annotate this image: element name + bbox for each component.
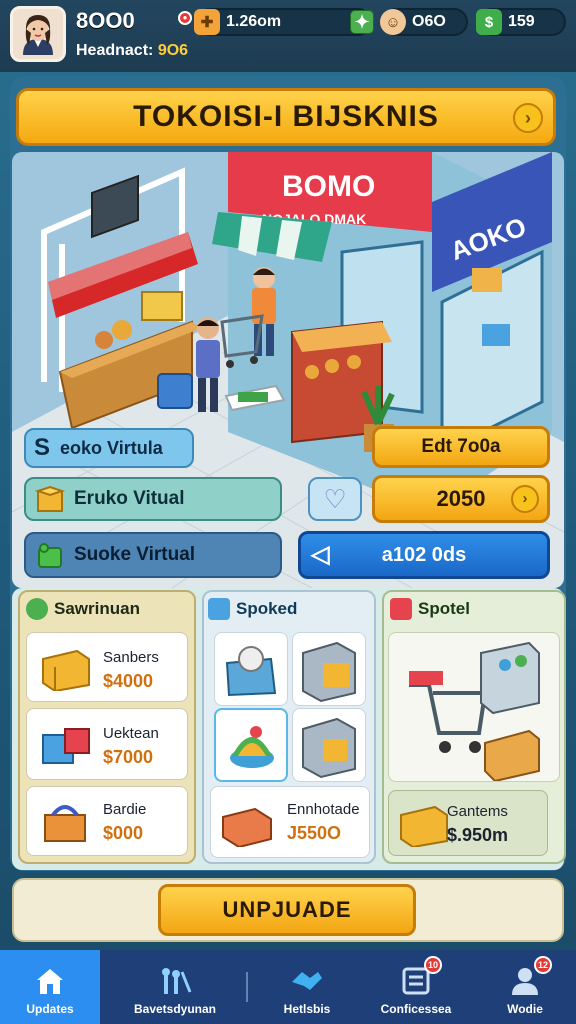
coin-icon: ☺ bbox=[380, 9, 406, 35]
store-row-3[interactable]: Suoke Virtual bbox=[24, 532, 282, 578]
item-price: $000 bbox=[103, 823, 144, 843]
leaf-icon bbox=[26, 598, 48, 620]
col2-header: Spoked bbox=[208, 598, 297, 620]
title-banner[interactable]: TOKOISI-I BIJSKNIS › bbox=[16, 88, 556, 146]
col3-header: Spotel bbox=[390, 598, 470, 620]
item-name: Uektean bbox=[103, 725, 159, 742]
item-cell[interactable] bbox=[292, 708, 366, 782]
item-price: $4000 bbox=[103, 671, 154, 691]
item-price: $7000 bbox=[103, 747, 154, 767]
crate-icon bbox=[42, 649, 90, 691]
resource-cash-value: 159 bbox=[508, 13, 535, 30]
nav-conferences[interactable]: 10 Conficessea bbox=[366, 950, 466, 1024]
item-name: Gantems bbox=[447, 803, 508, 820]
col2-title: Spoked bbox=[236, 599, 298, 618]
row2-label: Eruko Vitual bbox=[74, 488, 185, 509]
money-bag-icon: ✚ bbox=[194, 9, 220, 35]
fridge-icon bbox=[302, 641, 356, 703]
player-subtitle: Headnact: 9O6 bbox=[76, 42, 188, 60]
shop-item-card[interactable]: Uektean $7000 bbox=[26, 708, 188, 780]
col3-title: Spotel bbox=[418, 599, 470, 618]
player-name: 8OO0 bbox=[76, 8, 135, 33]
add-money-button[interactable]: ✦ bbox=[350, 10, 374, 34]
nav-label: Updates bbox=[26, 1002, 74, 1016]
store-preview[interactable] bbox=[388, 632, 560, 783]
item-name: Bardie bbox=[103, 801, 147, 818]
handshake-icon bbox=[292, 972, 322, 990]
notification-badge: 12 bbox=[534, 956, 552, 974]
avatar[interactable] bbox=[10, 6, 66, 62]
nav-profile[interactable]: 12 Wodie bbox=[480, 950, 570, 1024]
nav-handshake[interactable]: Hetlsbis bbox=[262, 950, 352, 1024]
heart-button[interactable]: ♡ bbox=[308, 477, 362, 521]
item-name: Ennhotade bbox=[287, 801, 360, 818]
item-cell[interactable] bbox=[292, 632, 366, 706]
heart-icon: ♡ bbox=[323, 483, 347, 514]
shop-sign-1: BOMO bbox=[282, 170, 375, 203]
red-dot-icon: ● bbox=[178, 11, 192, 25]
item-price: $.950m bbox=[447, 825, 509, 845]
tools-icon bbox=[162, 968, 192, 994]
nav-tools[interactable]: Bavetsdyunan bbox=[110, 950, 240, 1024]
item-cell[interactable] bbox=[214, 632, 288, 706]
box-icon bbox=[222, 807, 272, 847]
home-icon bbox=[37, 969, 63, 994]
row3-label: Suoke Virtual bbox=[74, 544, 196, 565]
col1-title: Sawrinuan bbox=[54, 599, 140, 618]
shop-item-card[interactable]: Gantems $.950m bbox=[388, 790, 548, 856]
price-label: 2050 bbox=[436, 486, 486, 511]
player-sub-value: 9O6 bbox=[157, 42, 189, 59]
back-arrow-icon: ◁ bbox=[311, 541, 330, 568]
resource-money[interactable]: ✚ 1.26om ✦ bbox=[194, 8, 374, 36]
item-cell[interactable] bbox=[214, 708, 288, 782]
store-row-1[interactable]: S eoko Virtula bbox=[24, 428, 194, 468]
price-button[interactable]: 2050 › bbox=[372, 475, 550, 523]
upgrade-button[interactable]: UNPJUADE bbox=[158, 884, 416, 936]
col1-header: Sawrinuan bbox=[26, 598, 140, 620]
blue-action-button[interactable]: ◁ a102 0ds bbox=[298, 531, 550, 579]
crates-icon bbox=[42, 728, 90, 764]
nav-label: Bavetsdyunan bbox=[133, 1002, 217, 1016]
blue-action-label: a102 0ds bbox=[381, 543, 467, 566]
notification-badge: 10 bbox=[424, 956, 442, 974]
shop-item-card[interactable]: Sanbers $4000 bbox=[26, 632, 188, 702]
item-price: J550O bbox=[287, 823, 342, 843]
row1-letter: S bbox=[34, 434, 51, 461]
resource-money-value: 1.26om bbox=[226, 13, 282, 30]
shop-item-card[interactable]: Bardie $000 bbox=[26, 786, 188, 856]
green-cube-icon bbox=[38, 543, 62, 568]
nav-label: Hetlsbis bbox=[283, 1002, 331, 1016]
item-name: Sanbers bbox=[103, 649, 159, 666]
nav-label: Conficessea bbox=[380, 1002, 452, 1016]
store-row-2[interactable]: Eruko Vitual bbox=[24, 477, 282, 521]
page-title: TOKOISI-I BIJSKNIS bbox=[133, 100, 439, 133]
row1-label: eoko Virtula bbox=[60, 437, 163, 458]
chevron-right-icon[interactable]: › bbox=[513, 103, 543, 133]
player-sub-label: Headnact: bbox=[76, 42, 154, 59]
check-icon bbox=[390, 598, 412, 620]
basket-icon bbox=[44, 805, 86, 842]
nav-updates[interactable]: Updates bbox=[0, 950, 100, 1024]
goods-box-icon bbox=[225, 646, 277, 697]
shop-item-card[interactable]: Ennhotade J550O bbox=[210, 786, 370, 858]
nav-divider bbox=[246, 972, 248, 1002]
shopping-cart-icon bbox=[409, 641, 540, 783]
edit-button[interactable]: Edt 7o0a bbox=[372, 426, 550, 468]
chevron-right-icon: › bbox=[511, 485, 539, 513]
bowl-icon bbox=[230, 726, 274, 768]
crate-icon bbox=[400, 805, 448, 847]
box-icon bbox=[208, 598, 230, 620]
cash-icon: $ bbox=[476, 9, 502, 35]
nav-label: Wodie bbox=[507, 1002, 543, 1016]
resource-cash[interactable]: $ 159 bbox=[476, 8, 566, 36]
resource-coin-value: O6O bbox=[412, 13, 446, 30]
shelf-icon bbox=[302, 717, 356, 779]
resource-coin[interactable]: ☺ O6O bbox=[380, 8, 468, 36]
box-icon bbox=[34, 485, 66, 512]
